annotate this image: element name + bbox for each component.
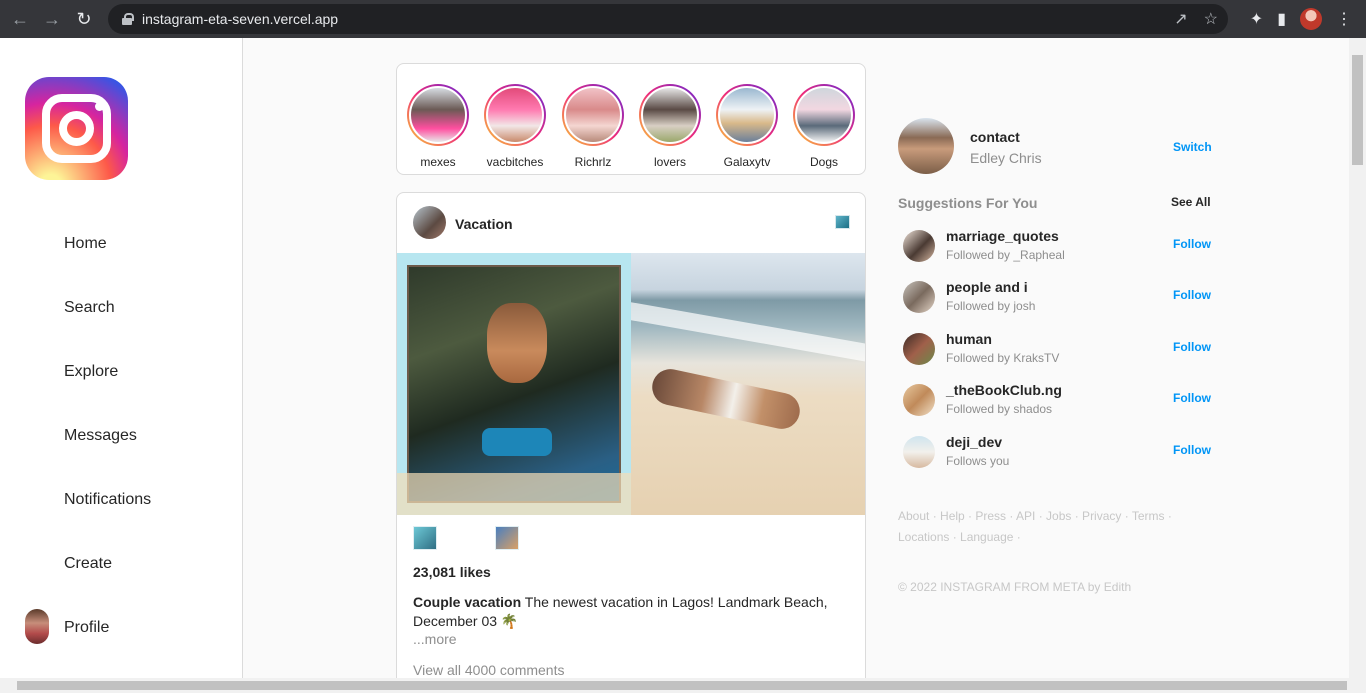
- story-item[interactable]: vacbitches: [484, 84, 546, 169]
- extensions-icon[interactable]: ✦: [1250, 9, 1263, 29]
- suggestion-username[interactable]: _theBookClub.ng: [946, 382, 1062, 398]
- suggestion-subtitle: Followed by josh: [946, 299, 1036, 313]
- post-image[interactable]: [397, 253, 865, 515]
- horizontal-scrollbar[interactable]: [0, 678, 1366, 693]
- likes-count: 23,081 likes: [413, 564, 491, 580]
- story-label: Richrlz: [574, 155, 612, 169]
- suggestion-username[interactable]: people and i: [946, 279, 1028, 295]
- suggestion-subtitle: Followed by shados: [946, 402, 1053, 416]
- suggestion-item: _theBookClub.ng Followed by shados Follo…: [903, 382, 1213, 422]
- current-user-name: Edley Chris: [970, 150, 1042, 166]
- sidebar-item-explore[interactable]: Explore: [64, 363, 118, 381]
- follow-button[interactable]: Follow: [1173, 237, 1211, 251]
- back-icon[interactable]: ←: [8, 7, 32, 31]
- browser-profile-avatar[interactable]: [1300, 8, 1322, 30]
- url-text: instagram-eta-seven.vercel.app: [142, 11, 339, 27]
- suggestion-username[interactable]: human: [946, 331, 992, 347]
- sidebar-item-search[interactable]: Search: [64, 299, 115, 317]
- suggestion-subtitle: Followed by _Rapheal: [946, 248, 1065, 262]
- switch-account-button[interactable]: Switch: [1173, 140, 1212, 154]
- suggestion-avatar[interactable]: [903, 333, 935, 365]
- follow-button[interactable]: Follow: [1173, 391, 1211, 405]
- suggestion-subtitle: Followed by KraksTV: [946, 351, 1060, 365]
- stories-tray: mexes vacbitches Richrlz lovers Galaxytv…: [396, 63, 866, 175]
- suggestion-item: people and i Followed by josh Follow: [903, 279, 1213, 319]
- reload-icon[interactable]: ↻: [72, 7, 96, 31]
- suggestion-avatar[interactable]: [903, 436, 935, 468]
- story-label: Galaxytv: [723, 155, 771, 169]
- follow-button[interactable]: Follow: [1173, 443, 1211, 457]
- sidebar-item-notifications[interactable]: Notifications: [64, 491, 151, 509]
- sidebar-item-home[interactable]: Home: [64, 235, 107, 253]
- sidebar-item-create[interactable]: Create: [64, 555, 112, 573]
- sidebar: Home Search Explore Messages Notificatio…: [0, 38, 243, 693]
- sidebar-item-profile[interactable]: Profile: [64, 619, 109, 637]
- footer-links[interactable]: About · Help · Press · API · Jobs · Priv…: [898, 506, 1178, 548]
- instagram-logo-icon[interactable]: [25, 77, 128, 180]
- story-item[interactable]: Galaxytv: [716, 84, 778, 169]
- story-label: vacbitches: [486, 155, 544, 169]
- feed-post: Vacation 23,081 likes Couple vacation Th…: [396, 192, 866, 692]
- comment-icon[interactable]: [495, 526, 519, 550]
- story-item[interactable]: Dogs: [793, 84, 855, 169]
- story-label: mexes: [420, 155, 456, 169]
- view-comments-link[interactable]: View all 4000 comments: [413, 662, 564, 678]
- address-bar[interactable]: instagram-eta-seven.vercel.app ↗ ☆: [108, 4, 1228, 34]
- browser-menu-icon[interactable]: ⋮: [1336, 9, 1352, 29]
- post-caption: Couple vacation The newest vacation in L…: [413, 593, 833, 631]
- story-item[interactable]: mexes: [407, 84, 469, 169]
- share-icon[interactable]: ↗: [1174, 9, 1187, 29]
- bookmark-star-icon[interactable]: ☆: [1204, 9, 1218, 29]
- like-icon[interactable]: [413, 526, 437, 550]
- post-author-avatar[interactable]: [413, 206, 446, 239]
- story-label: lovers: [653, 155, 686, 169]
- see-all-button[interactable]: See All: [1171, 195, 1211, 209]
- suggestion-item: marriage_quotes Followed by _Rapheal Fol…: [903, 228, 1213, 268]
- story-label: Dogs: [809, 155, 838, 169]
- sidebar-item-messages[interactable]: Messages: [64, 427, 137, 445]
- current-user-avatar[interactable]: [898, 118, 954, 174]
- profile-avatar[interactable]: [25, 609, 49, 644]
- current-user-username[interactable]: contact: [970, 129, 1020, 145]
- post-options-icon[interactable]: [835, 215, 850, 229]
- copyright-text: © 2022 INSTAGRAM FROM META by Edith: [898, 580, 1132, 594]
- follow-button[interactable]: Follow: [1173, 340, 1211, 354]
- suggestion-item: human Followed by KraksTV Follow: [903, 331, 1213, 371]
- story-item[interactable]: Richrlz: [562, 84, 624, 169]
- follow-button[interactable]: Follow: [1173, 288, 1211, 302]
- suggestion-username[interactable]: marriage_quotes: [946, 228, 1059, 244]
- more-link[interactable]: ...more: [413, 631, 457, 647]
- suggestions-title: Suggestions For You: [898, 195, 1038, 211]
- side-panel-icon[interactable]: ▮: [1277, 9, 1286, 29]
- vertical-scrollbar[interactable]: [1349, 38, 1366, 678]
- suggestion-username[interactable]: deji_dev: [946, 434, 1002, 450]
- suggestion-subtitle: Follows you: [946, 454, 1010, 468]
- forward-icon[interactable]: →: [40, 7, 64, 31]
- story-item[interactable]: lovers: [639, 84, 701, 169]
- lock-icon: [122, 13, 134, 25]
- caption-author[interactable]: Couple vacation: [413, 594, 521, 610]
- suggestion-item: deji_dev Follows you Follow: [903, 434, 1213, 474]
- browser-toolbar: ← → ↻ instagram-eta-seven.vercel.app ↗ ☆…: [0, 0, 1366, 38]
- suggestion-avatar[interactable]: [903, 230, 935, 262]
- suggestion-avatar[interactable]: [903, 384, 935, 416]
- suggestion-avatar[interactable]: [903, 281, 935, 313]
- post-author-name[interactable]: Vacation: [455, 216, 513, 232]
